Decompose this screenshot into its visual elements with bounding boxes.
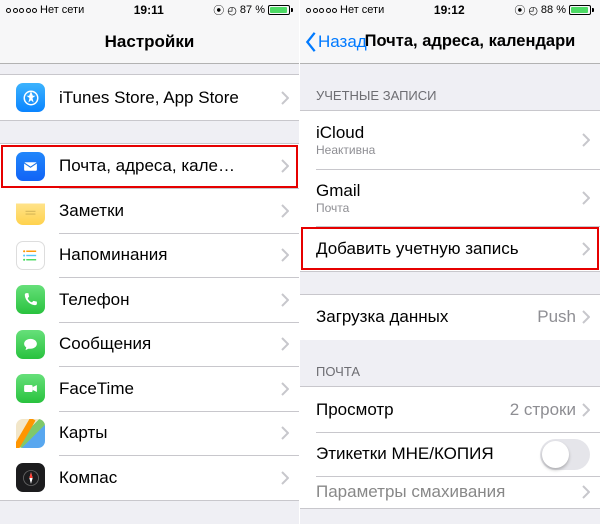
- settings-list[interactable]: iTunes Store, App Store Почта, адреса, к…: [0, 64, 299, 524]
- row-label: Телефон: [59, 290, 281, 310]
- mail-settings-screen: Нет сети 19:12 ⦿ ◴ 88 % Назад Почта, адр…: [300, 0, 600, 524]
- status-time: 19:12: [434, 3, 465, 17]
- carrier-label: Нет сети: [340, 4, 384, 16]
- section-header-accounts: Учетные записи: [300, 64, 600, 110]
- chevron-right-icon: [281, 337, 289, 351]
- chevron-right-icon: [281, 248, 289, 262]
- chevron-right-icon: [281, 204, 289, 218]
- compass-icon: [16, 463, 45, 492]
- chevron-right-icon: [281, 91, 289, 105]
- nav-bar: Назад Почта, адреса, календари: [300, 20, 600, 64]
- row-label: Просмотр: [316, 400, 510, 420]
- back-button[interactable]: Назад: [300, 20, 367, 64]
- row-label: Добавить учетную запись: [316, 239, 582, 259]
- facetime-icon: [16, 374, 45, 403]
- signal-icon: [306, 8, 337, 13]
- row-reminders[interactable]: Напоминания: [0, 233, 299, 278]
- row-add-account[interactable]: Добавить учетную запись: [300, 226, 600, 271]
- chevron-right-icon: [582, 242, 590, 256]
- reminders-icon: [16, 241, 45, 270]
- back-label: Назад: [318, 32, 367, 52]
- chevron-right-icon: [582, 403, 590, 417]
- row-label: Напоминания: [59, 245, 281, 265]
- row-label: iTunes Store, App Store: [59, 88, 281, 108]
- appstore-icon: [16, 83, 45, 112]
- chevron-right-icon: [582, 191, 590, 205]
- row-label: Этикетки МНЕ/КОПИЯ: [316, 444, 540, 464]
- phone-icon: [16, 285, 45, 314]
- row-facetime[interactable]: FaceTime: [0, 366, 299, 411]
- row-phone[interactable]: Телефон: [0, 277, 299, 322]
- mail-icon: [16, 152, 45, 181]
- chevron-right-icon: [281, 159, 289, 173]
- messages-icon: [16, 330, 45, 359]
- battery-pct: 88 %: [541, 4, 566, 16]
- row-fetch-data[interactable]: Загрузка данных Push: [300, 295, 600, 340]
- row-notes[interactable]: Заметки: [0, 188, 299, 233]
- chevron-right-icon: [582, 133, 590, 147]
- battery-pct: 87 %: [240, 4, 265, 16]
- row-label: Заметки: [59, 201, 281, 221]
- switch-off[interactable]: [540, 439, 590, 470]
- row-to-cc-labels[interactable]: Этикетки МНЕ/КОПИЯ: [300, 432, 600, 477]
- chevron-right-icon: [281, 426, 289, 440]
- row-messages[interactable]: Сообщения: [0, 322, 299, 367]
- row-preview[interactable]: Просмотр 2 строки: [300, 387, 600, 432]
- chevron-right-icon: [582, 310, 590, 324]
- chevron-right-icon: [582, 485, 590, 499]
- status-bar: Нет сети 19:11 ⦿ ◴ 87 %: [0, 0, 299, 20]
- alarm-icon: ⦿: [514, 2, 525, 18]
- maps-icon: [16, 419, 45, 448]
- clock-icon: ◴: [227, 4, 237, 17]
- row-sublabel: Почта: [316, 201, 582, 215]
- section-header-mail: Почта: [300, 340, 600, 386]
- battery-icon: [569, 5, 594, 15]
- row-swipe-options[interactable]: Параметры смахивания: [300, 476, 600, 508]
- row-maps[interactable]: Карты: [0, 411, 299, 456]
- row-value: Push: [537, 307, 576, 327]
- page-title: Настройки: [105, 32, 195, 52]
- clock-icon: ◴: [528, 4, 538, 17]
- row-label: Загрузка данных: [316, 307, 537, 327]
- row-label: Компас: [59, 468, 281, 488]
- settings-screen: Нет сети 19:11 ⦿ ◴ 87 % Настройки: [0, 0, 300, 524]
- chevron-right-icon: [281, 471, 289, 485]
- row-label: Параметры смахивания: [316, 482, 582, 502]
- page-title: Почта, адреса, календари: [365, 32, 576, 51]
- alarm-icon: ⦿: [213, 2, 224, 18]
- row-sublabel: Неактивна: [316, 143, 582, 157]
- chevron-right-icon: [281, 293, 289, 307]
- row-label: Gmail: [316, 181, 582, 201]
- row-value: 2 строки: [510, 400, 576, 420]
- row-label: Карты: [59, 423, 281, 443]
- notes-icon: [16, 196, 45, 225]
- mail-settings-list[interactable]: Учетные записи iCloud Неактивна Gmail: [300, 64, 600, 524]
- row-itunes-store[interactable]: iTunes Store, App Store: [0, 75, 299, 120]
- row-label: iCloud: [316, 123, 582, 143]
- row-label: Почта, адреса, кале…: [59, 156, 281, 176]
- row-icloud-account[interactable]: iCloud Неактивна: [300, 111, 600, 169]
- signal-icon: [6, 8, 37, 13]
- row-gmail-account[interactable]: Gmail Почта: [300, 169, 600, 227]
- battery-icon: [268, 5, 293, 15]
- carrier-label: Нет сети: [40, 4, 84, 16]
- chevron-right-icon: [281, 382, 289, 396]
- nav-bar: Настройки: [0, 20, 299, 64]
- row-compass[interactable]: Компас: [0, 455, 299, 500]
- row-mail-contacts-calendars[interactable]: Почта, адреса, кале…: [0, 144, 299, 189]
- status-time: 19:11: [134, 3, 164, 17]
- row-label: Сообщения: [59, 334, 281, 354]
- status-bar: Нет сети 19:12 ⦿ ◴ 88 %: [300, 0, 600, 20]
- row-label: FaceTime: [59, 379, 281, 399]
